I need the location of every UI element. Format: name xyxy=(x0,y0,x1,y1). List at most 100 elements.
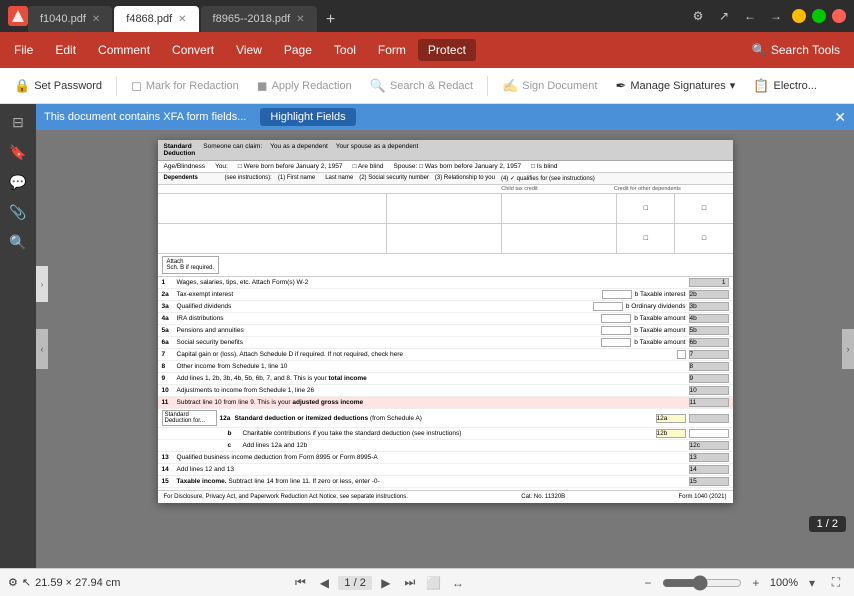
fit-width-button[interactable]: ↔ xyxy=(448,573,468,593)
sidebar-item-attachment[interactable]: 📎 xyxy=(4,198,32,226)
menu-view[interactable]: View xyxy=(226,39,272,61)
right-panel-arrow[interactable]: › xyxy=(842,329,854,369)
standard-deduction-label: StandardDeduction xyxy=(164,143,196,157)
line-4-row: 4a IRA distributions b Taxable amount 4b xyxy=(158,313,733,325)
menu-protect[interactable]: Protect xyxy=(418,39,476,61)
line-12c-num: c xyxy=(228,442,240,449)
line-7-label: Capital gain or (loss). Attach Schedule … xyxy=(177,351,674,358)
pdf-viewer[interactable]: ‹ StandardDeduction Someone can claim: Y… xyxy=(36,130,854,568)
back-icon[interactable]: ← xyxy=(740,6,760,26)
notification-text: This document contains XFA form fields..… xyxy=(44,111,246,123)
set-password-button[interactable]: 🔒 Set Password xyxy=(6,74,110,98)
zoom-slider[interactable] xyxy=(662,575,742,591)
tab-close-icon[interactable]: ✕ xyxy=(178,14,186,25)
close-button[interactable] xyxy=(832,9,846,23)
line-5a-num: 5a xyxy=(162,327,174,334)
standard-deduction-box: StandardDeduction for... xyxy=(162,410,217,426)
zoom-dropdown-button[interactable]: ▾ xyxy=(802,573,822,593)
notification-close-icon[interactable]: ✕ xyxy=(834,109,846,126)
line-11-box: 11 xyxy=(689,398,729,407)
menu-tool[interactable]: Tool xyxy=(324,39,366,61)
line-15-num: 15 xyxy=(162,478,174,485)
line-2b-label: b Taxable interest xyxy=(635,291,686,298)
tab-f4868[interactable]: f4868.pdf ✕ xyxy=(114,6,198,32)
line-2a-box xyxy=(602,290,632,299)
menu-edit[interactable]: Edit xyxy=(45,39,86,61)
search-tools-button[interactable]: 🔍 Search Tools xyxy=(742,39,850,61)
line-3-row: 3a Qualified dividends b Ordinary divide… xyxy=(158,301,733,313)
spacer2 xyxy=(276,186,389,192)
line-6a-box xyxy=(601,338,631,347)
sidebar-item-pages[interactable]: ⊟ xyxy=(4,108,32,136)
collapse-left-arrow[interactable]: › xyxy=(36,266,48,302)
forward-icon[interactable]: → xyxy=(766,6,786,26)
col1-label: (1) First name Last name xyxy=(278,175,353,182)
line-1-num: 1 xyxy=(162,279,174,286)
mark-for-redaction-button[interactable]: ◻ Mark for Redaction xyxy=(123,74,247,98)
apply-redaction-button[interactable]: ◼ Apply Redaction xyxy=(249,74,360,98)
line-5-row: 5a Pensions and annuities b Taxable amou… xyxy=(158,325,733,337)
highlight-fields-button[interactable]: Highlight Fields xyxy=(260,108,355,126)
menu-comment[interactable]: Comment xyxy=(88,39,160,61)
credit-other-label: Credit for other dependents xyxy=(614,186,727,192)
share-icon[interactable]: ↗ xyxy=(714,6,734,26)
settings-icon[interactable]: ⚙ xyxy=(688,6,708,26)
fullscreen-button[interactable]: ⛶ xyxy=(826,573,846,593)
menu-file[interactable]: File xyxy=(4,39,43,61)
line-14-box: 14 xyxy=(689,465,729,474)
dependents-header: Dependents (see instructions): (1) First… xyxy=(158,173,733,185)
menu-form[interactable]: Form xyxy=(368,39,416,61)
line-10-box: 10 xyxy=(689,386,729,395)
fit-page-button[interactable]: ⬜ xyxy=(424,573,444,593)
toolbar: 🔒 Set Password ◻ Mark for Redaction ◼ Ap… xyxy=(0,68,854,104)
menu-page[interactable]: Page xyxy=(274,39,322,61)
line-4b-box: 4b xyxy=(689,314,729,323)
child-tax-credit-label: Child tax credit xyxy=(501,186,614,192)
checkbox-row: Age/Blindness You: □ Were born before Ja… xyxy=(158,161,733,173)
sidebar-item-comment[interactable]: 💬 xyxy=(4,168,32,196)
tab-f1040[interactable]: f1040.pdf ✕ xyxy=(28,6,112,32)
search-redact-button[interactable]: 🔍 Search & Redact xyxy=(362,74,481,98)
menu-items: File Edit Comment Convert View Page Tool… xyxy=(4,39,476,61)
line-13-label: Qualified business income deduction from… xyxy=(177,454,686,461)
zoom-in-button[interactable]: + xyxy=(746,573,766,593)
sidebar-item-search[interactable]: 🔍 xyxy=(4,228,32,256)
add-tab-button[interactable]: + xyxy=(319,8,343,32)
manage-signatures-button[interactable]: ✒ Manage Signatures ▾ xyxy=(607,74,743,98)
first-page-button[interactable]: ⏮ xyxy=(290,573,310,593)
line-3b-label: b Ordinary dividends xyxy=(626,303,686,310)
next-page-button[interactable]: ▶ xyxy=(376,573,396,593)
sign-document-button[interactable]: ✍ Sign Document xyxy=(494,74,605,98)
zoom-level-label: 100% xyxy=(770,577,798,589)
line-7-box: 7 xyxy=(689,350,729,359)
disclosure-text: For Disclosure, Privacy Act, and Paperwo… xyxy=(164,494,408,500)
electronic-button[interactable]: 📋 Electro... xyxy=(745,74,825,98)
line-3a-label: Qualified dividends xyxy=(177,303,590,310)
minimize-button[interactable] xyxy=(792,9,806,23)
pdf-header: StandardDeduction Someone can claim: You… xyxy=(158,140,733,161)
acrobat-icon xyxy=(8,6,28,26)
dep1-name xyxy=(158,194,387,223)
mark-redaction-label: Mark for Redaction xyxy=(146,80,239,92)
prev-page-button[interactable]: ◀ xyxy=(314,573,334,593)
line-9-row: 9 Add lines 1, 2b, 3b, 4b, 5b, 6b, 7, an… xyxy=(158,373,733,385)
left-panel-arrow[interactable]: ‹ xyxy=(36,329,48,369)
spouse-blind: □ Is blind xyxy=(531,163,557,170)
last-page-button[interactable]: ⏭ xyxy=(400,573,420,593)
tab-close-icon[interactable]: ✕ xyxy=(92,14,100,25)
line-11-num: 11 xyxy=(162,399,174,406)
maximize-button[interactable] xyxy=(812,9,826,23)
blind-label: □ Are blind xyxy=(352,163,383,170)
page-tool-icon[interactable]: ⚙ xyxy=(8,576,18,589)
tab-close-icon[interactable]: ✕ xyxy=(296,14,304,25)
col2-label: (2) Social security number xyxy=(359,175,429,182)
dropdown-arrow-icon: ▾ xyxy=(730,79,736,92)
line-12a-label: Standard deduction or itemized deduction… xyxy=(235,415,653,422)
sidebar-item-bookmark[interactable]: 🔖 xyxy=(4,138,32,166)
cursor-icon[interactable]: ↖ xyxy=(22,576,31,589)
menu-convert[interactable]: Convert xyxy=(162,39,224,61)
line-12c-box: 12c xyxy=(689,441,729,450)
zoom-out-button[interactable]: − xyxy=(638,573,658,593)
tab-f8965[interactable]: f8965--2018.pdf ✕ xyxy=(201,6,317,32)
header-you: You as a dependent xyxy=(270,143,328,157)
